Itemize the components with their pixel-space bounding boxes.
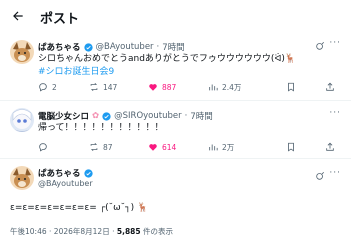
deer-emoji-icon: 🦌 — [284, 54, 297, 64]
tweet-reply-1[interactable]: ぱあちゃる @BAyoutuber · 7時間 ··· シロちゃんおめでとうan… — [0, 32, 351, 93]
post-time[interactable]: 午後10:46 — [10, 227, 47, 236]
post-text: ε=ε=ε=ε=ε=ε=ε= ┌(˘ω˘┐) 🦌 — [10, 203, 149, 213]
share-button[interactable] — [325, 82, 335, 92]
author-handle[interactable]: @BAyoutuber — [38, 179, 93, 188]
views-count: 2.4万 — [222, 82, 242, 92]
views-count: 2万 — [222, 142, 235, 152]
avatar[interactable] — [10, 40, 34, 64]
hashtag-link[interactable]: #シロお誕生日会9 — [38, 66, 114, 78]
retweet-button[interactable]: 147 — [89, 82, 117, 92]
retweet-icon — [90, 82, 98, 92]
post-meta: 午後10:46 · 2026年8月12日 · 5,885 件の表示 — [10, 226, 173, 237]
post-text: 帰って！！！！！！！！！！！ — [38, 123, 164, 133]
post-date[interactable]: 2026年8月12日 — [54, 227, 110, 236]
post-time[interactable]: 7時間 — [162, 41, 184, 53]
retweet-icon — [90, 142, 98, 152]
bookmark-icon — [288, 82, 294, 92]
verified-badge-icon — [83, 168, 93, 178]
retweet-count: 87 — [103, 142, 113, 152]
page-title: ポスト — [40, 12, 80, 27]
post-text: シロちゃんおめでとうandありがとうでフゥウウウウウウ(ᐛ)🦌 — [38, 54, 297, 64]
author-line: ぱあちゃる — [38, 167, 93, 179]
views-icon — [209, 144, 218, 151]
author-name[interactable]: 電脳少女シロ — [38, 110, 89, 122]
author-name[interactable]: ぱあちゃる — [38, 41, 81, 53]
like-icon — [149, 84, 157, 91]
views-total: 5,885 — [116, 227, 141, 236]
top-bar: ポスト — [0, 0, 351, 32]
grok-icon[interactable] — [315, 171, 325, 181]
verified-badge-icon — [102, 111, 111, 121]
reply-icon — [39, 83, 47, 92]
author-handle[interactable]: @BAyoutuber — [96, 42, 154, 52]
retweet-count: 147 — [103, 82, 118, 92]
sakura-emoji-icon: ✿ — [92, 111, 100, 121]
share-icon — [326, 142, 334, 151]
reply-count: 2 — [52, 82, 57, 92]
share-icon — [326, 82, 334, 91]
like-count: 887 — [162, 82, 177, 92]
share-button[interactable] — [325, 142, 335, 152]
post-time[interactable]: 7時間 — [190, 110, 212, 122]
like-button[interactable]: 887 — [148, 82, 176, 92]
reply-icon — [39, 143, 47, 152]
like-icon — [149, 144, 157, 151]
author-name[interactable]: ぱあちゃる — [38, 167, 81, 179]
more-icon[interactable]: ··· — [329, 168, 341, 178]
bookmark-button[interactable] — [286, 82, 296, 92]
views-button[interactable]: 2.4万 — [208, 82, 241, 93]
author-line: ぱあちゃる @BAyoutuber · 7時間 — [38, 41, 185, 53]
retweet-button[interactable]: 87 — [89, 142, 113, 152]
action-bar: 87 614 2万 — [38, 141, 334, 153]
action-bar: 2 147 887 2.4万 — [38, 81, 334, 93]
tweet-reply-2[interactable]: 電脳少女シロ ✿ @SIROyoutuber · 7時間 ··· 帰って！！！！… — [0, 100, 351, 158]
bookmark-button[interactable] — [286, 142, 296, 152]
views-label: 件の表示 — [143, 227, 173, 236]
dot-separator: · — [184, 111, 188, 121]
dot-separator: · — [156, 42, 160, 52]
grok-icon[interactable] — [315, 41, 325, 51]
views-button[interactable]: 2万 — [208, 142, 234, 153]
bookmark-icon — [288, 142, 294, 152]
verified-badge-icon — [83, 42, 93, 52]
more-icon[interactable]: ··· — [329, 108, 341, 118]
avatar[interactable] — [10, 166, 34, 190]
back-arrow-icon[interactable] — [10, 8, 26, 24]
author-line: 電脳少女シロ ✿ @SIROyoutuber · 7時間 — [38, 110, 213, 122]
like-button[interactable]: 614 — [148, 142, 176, 152]
main-tweet: ぱあちゃる @BAyoutuber ··· ε=ε=ε=ε=ε=ε=ε= ┌(˘… — [0, 158, 351, 246]
reply-button[interactable] — [38, 142, 52, 152]
reply-button[interactable]: 2 — [38, 82, 57, 92]
like-count: 614 — [162, 142, 177, 152]
deer-emoji-icon: 🦌 — [136, 203, 149, 213]
views-icon — [209, 84, 218, 91]
more-icon[interactable]: ··· — [329, 38, 341, 48]
avatar[interactable] — [10, 108, 34, 132]
author-handle[interactable]: @SIROyoutuber — [114, 111, 181, 121]
